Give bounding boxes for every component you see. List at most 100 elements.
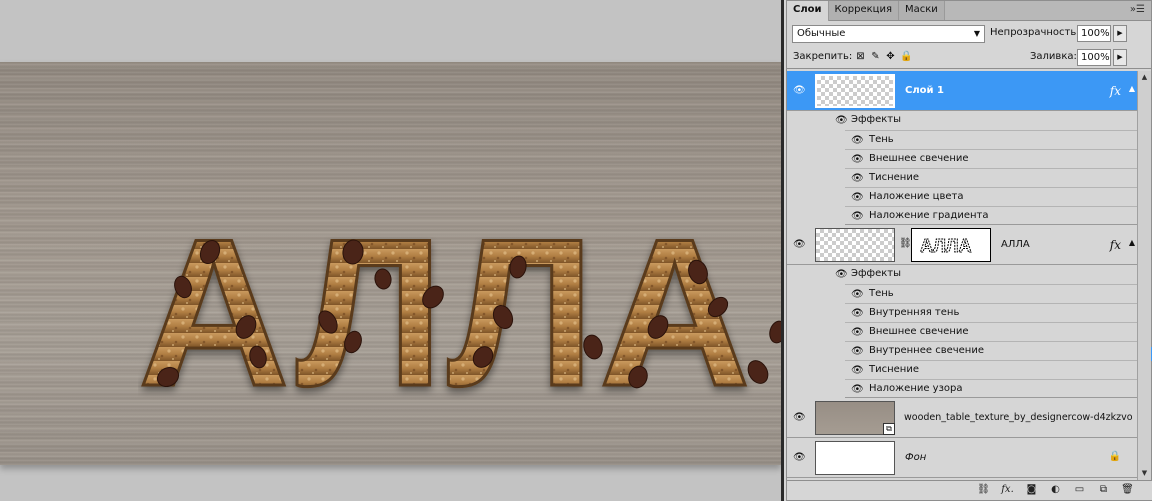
mask-preview: АЛЛА bbox=[920, 236, 972, 257]
layer-mask-thumbnail[interactable]: АЛЛА bbox=[911, 228, 991, 262]
effect-row[interactable]: 👁 Внешнее свечение bbox=[845, 149, 1139, 168]
eye-icon[interactable]: 👁 bbox=[835, 116, 849, 126]
effect-name: Внешнее свечение bbox=[869, 153, 969, 164]
adjustment-layer-icon[interactable]: ◐ bbox=[1048, 484, 1063, 495]
layer-name[interactable]: Фон bbox=[905, 452, 926, 463]
eye-icon[interactable]: 👁 bbox=[851, 309, 865, 319]
panel-bottom-bar: ⛓ fx. ◙ ◐ ▭ ⧉ 🗑 bbox=[787, 480, 1152, 500]
fill-field[interactable]: 100% bbox=[1077, 49, 1111, 66]
eye-icon[interactable]: 👁 bbox=[851, 155, 865, 165]
effect-row[interactable]: 👁 Тень bbox=[845, 130, 1139, 149]
opacity-label: Непрозрачность: bbox=[990, 27, 1080, 38]
effect-name: Тень bbox=[869, 288, 894, 299]
fill-label: Заливка: bbox=[1030, 51, 1077, 62]
effects-header[interactable]: 👁 Эффекты bbox=[787, 111, 1139, 130]
eye-icon[interactable]: 👁 bbox=[851, 347, 865, 357]
collapse-effects-icon[interactable]: ▲ bbox=[1129, 84, 1135, 93]
layers-scrollbar[interactable]: ▲ ▼ bbox=[1137, 71, 1151, 480]
layer-row-wood-texture[interactable]: 👁 ⧉ wooden_table_texture_by_designercow-… bbox=[787, 398, 1139, 438]
eye-icon[interactable]: 👁 bbox=[851, 328, 865, 338]
collapse-effects-icon[interactable]: ▲ bbox=[1129, 238, 1135, 247]
lock-label: Закрепить: bbox=[793, 51, 853, 62]
layer-thumbnail[interactable] bbox=[815, 441, 895, 475]
layer-name[interactable]: АЛЛА bbox=[1001, 239, 1030, 250]
document-canvas[interactable]: АЛЛА bbox=[0, 62, 781, 465]
fx-icon[interactable]: fx bbox=[1110, 84, 1121, 98]
effect-name: Внутреннее свечение bbox=[869, 345, 984, 356]
effect-row[interactable]: 👁 Наложение цвета bbox=[845, 187, 1139, 206]
new-layer-icon[interactable]: ⧉ bbox=[1096, 484, 1111, 495]
panel-tabs: Слои Коррекция Маски »☰ bbox=[787, 1, 1151, 21]
layer-row-sloi-1[interactable]: 👁 Слой 1 fx ▲ bbox=[787, 71, 1139, 111]
layer-name[interactable]: Слой 1 bbox=[905, 85, 944, 96]
eye-icon[interactable]: 👁 bbox=[851, 136, 865, 146]
effect-row[interactable]: 👁 Тень bbox=[845, 284, 1139, 303]
canvas-area[interactable]: АЛЛА bbox=[0, 0, 781, 501]
eye-icon[interactable]: 👁 bbox=[851, 290, 865, 300]
chevron-down-icon: ▼ bbox=[973, 29, 980, 38]
effect-row[interactable]: 👁 Внутреннее свечение bbox=[845, 341, 1139, 360]
effect-name: Внешнее свечение bbox=[869, 326, 969, 337]
effect-row[interactable]: 👁 Тиснение bbox=[845, 168, 1139, 187]
layer-thumbnail[interactable] bbox=[815, 74, 895, 108]
eye-icon[interactable]: 👁 bbox=[851, 212, 865, 222]
effect-row[interactable]: 👁 Наложение узора bbox=[845, 379, 1139, 398]
lock-transparency-icon[interactable]: ⊠ bbox=[855, 51, 866, 62]
eye-icon[interactable]: 👁 bbox=[851, 174, 865, 184]
eye-icon[interactable]: 👁 bbox=[851, 193, 865, 203]
lock-pixels-icon[interactable]: ✎ bbox=[870, 51, 881, 62]
layer-thumbnail[interactable] bbox=[815, 228, 895, 262]
layer-name[interactable]: wooden_table_texture_by_designercow-d4zk… bbox=[904, 412, 1133, 423]
eye-icon[interactable]: 👁 bbox=[793, 453, 807, 463]
blend-mode-select[interactable]: Обычные ▼ bbox=[792, 25, 985, 43]
new-group-icon[interactable]: ▭ bbox=[1072, 484, 1087, 495]
layers-list: 👁 Слой 1 fx ▲ 👁 Эффекты 👁 Тень 👁 Внешнее с… bbox=[787, 71, 1139, 480]
effect-name: Тиснение bbox=[869, 364, 919, 375]
add-mask-icon[interactable]: ◙ bbox=[1024, 484, 1039, 495]
lock-position-icon[interactable]: ✥ bbox=[885, 51, 896, 62]
effect-name: Наложение градиента bbox=[869, 210, 989, 221]
scroll-down-icon[interactable]: ▼ bbox=[1138, 467, 1151, 480]
layers-panel: Слои Коррекция Маски »☰ Обычные ▼ Непроз… bbox=[781, 0, 1152, 501]
effect-row[interactable]: 👁 Внутренняя тень bbox=[845, 303, 1139, 322]
eye-icon[interactable]: 👁 bbox=[851, 385, 865, 395]
eye-icon[interactable]: 👁 bbox=[835, 270, 849, 280]
add-style-icon[interactable]: fx. bbox=[1000, 484, 1015, 495]
layer-thumbnail[interactable]: ⧉ bbox=[815, 401, 895, 435]
tab-adjustments[interactable]: Коррекция bbox=[828, 1, 899, 20]
cookie-text-letters: АЛЛА bbox=[138, 207, 755, 407]
tab-layers[interactable]: Слои bbox=[787, 1, 829, 21]
link-layers-icon[interactable]: ⛓ bbox=[976, 484, 991, 495]
chain-link-icon[interactable]: ⛓ bbox=[899, 238, 912, 249]
effect-name: Наложение цвета bbox=[869, 191, 964, 202]
effect-row[interactable]: 👁 Тиснение bbox=[845, 360, 1139, 379]
opacity-field[interactable]: 100% bbox=[1077, 25, 1111, 42]
eye-icon[interactable]: 👁 bbox=[793, 240, 807, 250]
cookie-text-artwork: АЛЛА bbox=[138, 207, 781, 407]
effect-name: Внутренняя тень bbox=[869, 307, 960, 318]
svg-text:АЛЛА: АЛЛА bbox=[920, 236, 971, 256]
effect-name: Тиснение bbox=[869, 172, 919, 183]
layers-panel-inner: Слои Коррекция Маски »☰ Обычные ▼ Непроз… bbox=[786, 0, 1152, 501]
effect-row[interactable]: 👁 Наложение градиента bbox=[845, 206, 1139, 225]
scroll-up-icon[interactable]: ▲ bbox=[1138, 71, 1151, 84]
lock-icon: 🔒 bbox=[1108, 451, 1121, 462]
panel-menu-icon[interactable]: »☰ bbox=[1130, 4, 1145, 15]
effect-name: Тень bbox=[869, 134, 894, 145]
effects-header[interactable]: 👁 Эффекты bbox=[787, 265, 1139, 284]
effects-label: Эффекты bbox=[851, 268, 901, 279]
trash-icon[interactable]: 🗑 bbox=[1120, 484, 1135, 495]
opacity-slider-toggle[interactable]: ▶ bbox=[1113, 25, 1127, 42]
blend-mode-value: Обычные bbox=[797, 28, 846, 39]
eye-icon[interactable]: 👁 bbox=[851, 366, 865, 376]
eye-icon[interactable]: 👁 bbox=[793, 86, 807, 96]
tab-masks[interactable]: Маски bbox=[898, 1, 945, 20]
fx-icon[interactable]: fx bbox=[1110, 238, 1121, 252]
lock-all-icon[interactable]: 🔒 bbox=[900, 51, 912, 62]
layer-row-background[interactable]: 👁 Фон 🔒 bbox=[787, 438, 1139, 478]
effect-row[interactable]: 👁 Внешнее свечение bbox=[845, 322, 1139, 341]
layer-row-alla[interactable]: 👁 ⛓ АЛЛА АЛЛА fx ▲ bbox=[787, 225, 1139, 265]
effect-name: Наложение узора bbox=[869, 383, 963, 394]
fill-slider-toggle[interactable]: ▶ bbox=[1113, 49, 1127, 66]
eye-icon[interactable]: 👁 bbox=[793, 413, 807, 423]
